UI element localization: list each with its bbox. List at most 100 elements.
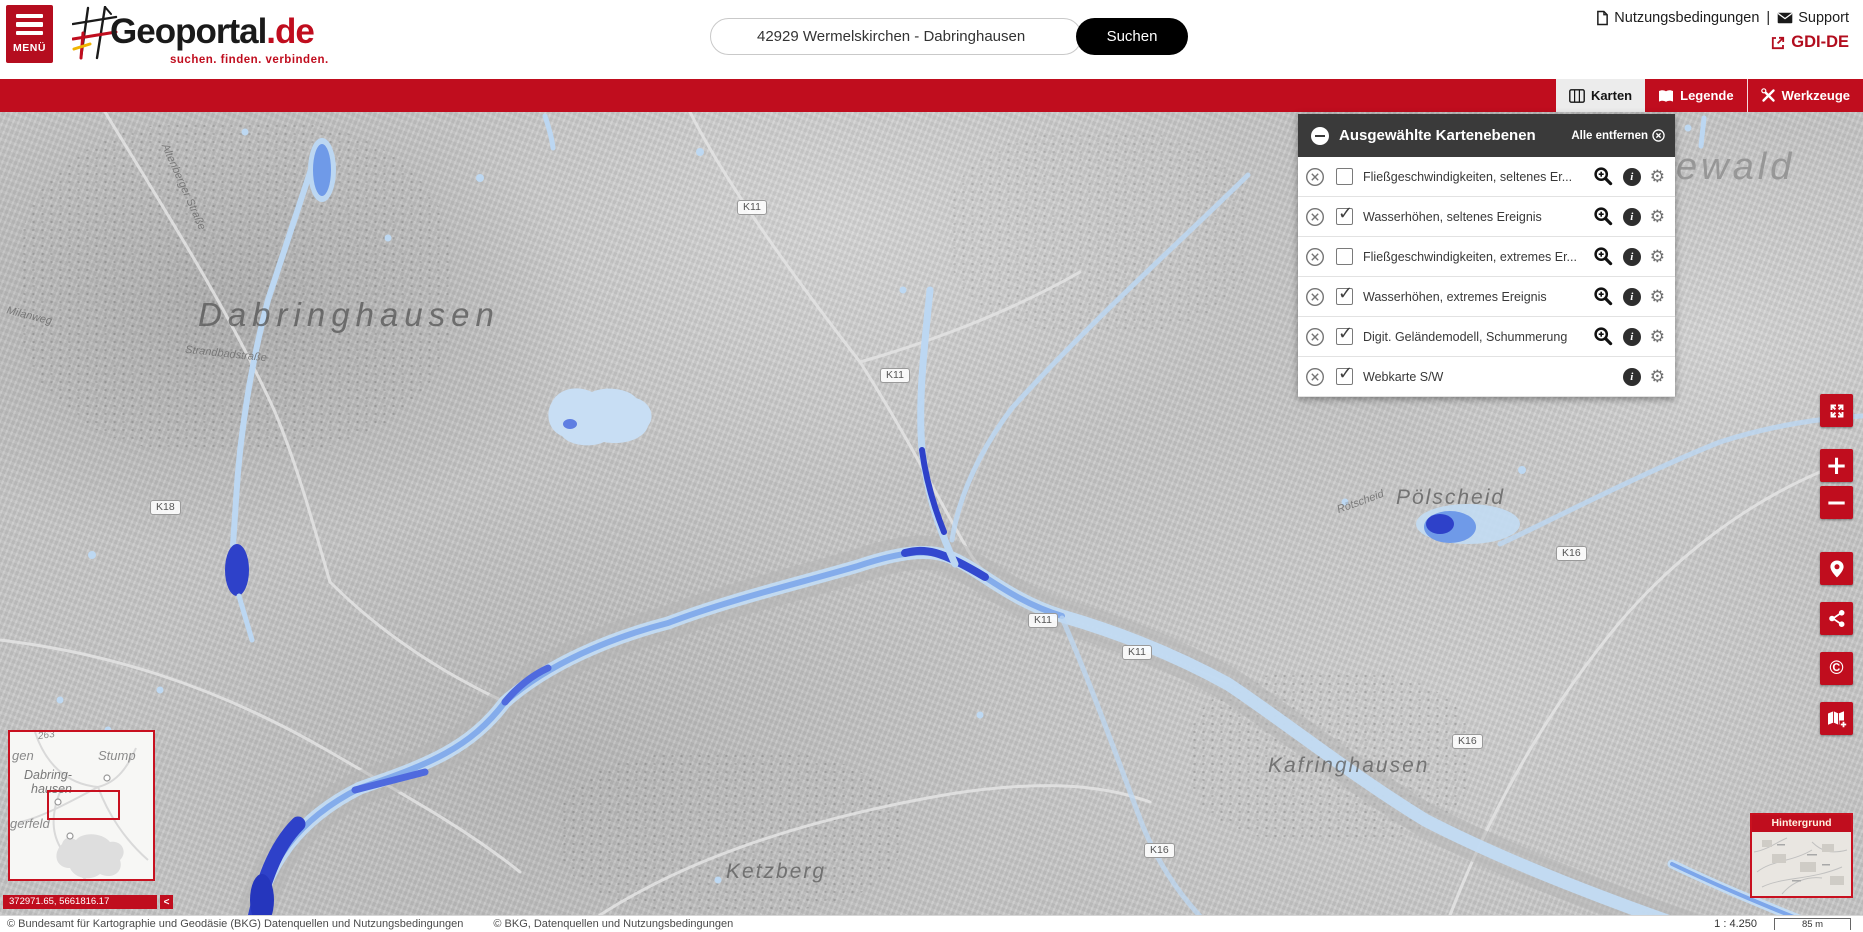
- brand-text: Geoportal.de: [110, 12, 314, 52]
- layer-checkbox[interactable]: ✓: [1336, 288, 1353, 305]
- share-icon: [1827, 608, 1847, 629]
- tab-label: Karten: [1591, 88, 1632, 103]
- background-selector[interactable]: Hintergrund: [1750, 813, 1853, 898]
- remove-layer-icon[interactable]: [1305, 367, 1325, 387]
- tab-werkzeuge[interactable]: Werkzeuge: [1747, 79, 1863, 112]
- layer-row: ✓ Wasserhöhen, seltenes Ereignis i ⚙: [1298, 197, 1675, 237]
- collapse-panel-icon[interactable]: [1311, 127, 1329, 145]
- layer-checkbox[interactable]: [1336, 168, 1353, 185]
- geoportal-logo[interactable]: Geoportal.de suchen. finden. verbinden.: [72, 4, 372, 74]
- layer-checkbox[interactable]: ✓: [1336, 208, 1353, 225]
- brand-tagline: suchen. finden. verbinden.: [170, 54, 329, 66]
- remove-layer-icon[interactable]: [1305, 207, 1325, 227]
- zoom-to-layer-icon[interactable]: [1593, 206, 1614, 227]
- gdi-de-link[interactable]: GDI-DE: [1791, 33, 1849, 52]
- layer-row: ✓ Wasserhöhen, extremes Ereignis i ⚙: [1298, 277, 1675, 317]
- tools-icon: [1761, 88, 1776, 103]
- fullscreen-button[interactable]: [1820, 394, 1853, 427]
- layer-settings-icon[interactable]: ⚙: [1650, 288, 1665, 306]
- layer-checkbox[interactable]: ✓: [1336, 368, 1353, 385]
- menu-button[interactable]: MENÜ: [6, 5, 53, 63]
- map-layers-icon: [1569, 89, 1585, 103]
- layer-info-icon[interactable]: i: [1623, 328, 1641, 346]
- remove-all-label: Alle entfernen: [1571, 130, 1648, 142]
- overview-label: Stump: [98, 748, 136, 763]
- layer-settings-icon[interactable]: ⚙: [1650, 208, 1665, 226]
- zoom-in-button[interactable]: +: [1820, 449, 1853, 482]
- layer-row: Fließgeschwindigkeiten, seltenes Er... i…: [1298, 157, 1675, 197]
- search-bar: Suchen: [710, 18, 1190, 55]
- copyright-link-full[interactable]: © Bundesamt für Kartographie und Geodäsi…: [7, 918, 463, 930]
- map-label-kafringhausen: Kafringhausen: [1268, 754, 1429, 778]
- collapse-overview-button[interactable]: <: [160, 895, 173, 909]
- layer-info-icon[interactable]: i: [1623, 288, 1641, 306]
- remove-layer-icon[interactable]: [1305, 247, 1325, 267]
- app-header: MENÜ Geoportal.de suchen. finden. verbin…: [0, 0, 1863, 79]
- terms-link[interactable]: Nutzungsbedingungen: [1614, 10, 1759, 26]
- tab-label: Werkzeuge: [1782, 88, 1850, 103]
- layer-settings-icon[interactable]: ⚙: [1650, 168, 1665, 186]
- zoom-to-layer-icon[interactable]: [1593, 326, 1614, 347]
- remove-layer-icon[interactable]: [1305, 287, 1325, 307]
- layer-info-icon[interactable]: i: [1623, 368, 1641, 386]
- overview-label: gerfeld: [10, 816, 50, 831]
- map-label-dabringhausen: Dabringhausen: [198, 296, 500, 334]
- map-label-poelscheid: Pölscheid: [1396, 486, 1505, 510]
- menu-label: MENÜ: [13, 42, 46, 54]
- mail-icon: [1777, 12, 1793, 24]
- hamburger-icon: [16, 14, 43, 19]
- checkmark: ✓: [1338, 283, 1353, 304]
- link-separator: |: [1766, 10, 1770, 26]
- attribution-footer: © Bundesamt für Kartographie und Geodäsi…: [0, 915, 1863, 932]
- overview-label: Dabring-: [24, 768, 72, 782]
- coordinates-readout: 372971.65, 5661816.17: [3, 895, 157, 909]
- road-shield-k16: K16: [1556, 546, 1587, 561]
- zoom-to-layer-icon[interactable]: [1593, 166, 1614, 187]
- layer-settings-icon[interactable]: ⚙: [1650, 368, 1665, 386]
- support-link[interactable]: Support: [1798, 10, 1849, 26]
- remove-layer-icon[interactable]: [1305, 167, 1325, 187]
- brand-tld: .de: [266, 12, 314, 51]
- copyright-button[interactable]: ©: [1820, 652, 1853, 685]
- tab-karten[interactable]: Karten: [1556, 79, 1645, 112]
- tab-label: Legende: [1680, 88, 1733, 103]
- overview-map[interactable]: 263 gen Stump Dabring- hausen gerfeld: [8, 730, 155, 881]
- geoportal-app: Dabringhausen ewald Pölscheid Kafringhau…: [0, 0, 1863, 932]
- search-button[interactable]: Suchen: [1076, 18, 1188, 55]
- layer-label: Fließgeschwindigkeiten, seltenes Er...: [1363, 170, 1593, 184]
- brand-name: Geoportal: [110, 12, 266, 51]
- search-input[interactable]: [710, 18, 1082, 55]
- layers-panel-header[interactable]: Ausgewählte Kartenebenen Alle entfernen: [1298, 114, 1675, 157]
- header-links: Nutzungsbedingungen | Support GDI-DE: [1596, 10, 1849, 52]
- scale-bar: 85 m: [1774, 918, 1851, 930]
- layer-info-icon[interactable]: i: [1623, 168, 1641, 186]
- map-label-ewald: ewald: [1676, 146, 1795, 189]
- layers-panel: Ausgewählte Kartenebenen Alle entfernen …: [1298, 114, 1675, 397]
- layer-settings-icon[interactable]: ⚙: [1650, 328, 1665, 346]
- remove-all-layers-button[interactable]: Alle entfernen: [1571, 114, 1665, 157]
- layer-row: ✓ Webkarte S/W i ⚙: [1298, 357, 1675, 397]
- zoom-to-layer-icon[interactable]: [1593, 286, 1614, 307]
- scale-ratio: 1 : 4.250: [1714, 918, 1757, 930]
- layer-checkbox[interactable]: [1336, 248, 1353, 265]
- add-map-button[interactable]: [1820, 702, 1853, 735]
- share-button[interactable]: [1820, 602, 1853, 635]
- zoom-to-layer-icon[interactable]: [1593, 246, 1614, 267]
- overview-label: gen: [12, 748, 34, 763]
- layer-info-icon[interactable]: i: [1623, 208, 1641, 226]
- zoom-icon-placeholder: [1593, 366, 1614, 387]
- copyright-link-short[interactable]: © BKG, Datenquellen und Nutzungsbedingun…: [493, 918, 733, 930]
- layer-info-icon[interactable]: i: [1623, 248, 1641, 266]
- map-toolbar: Karten Legende Werkzeuge: [0, 79, 1863, 112]
- layer-settings-icon[interactable]: ⚙: [1650, 248, 1665, 266]
- tab-legende[interactable]: Legende: [1645, 79, 1746, 112]
- layer-checkbox[interactable]: ✓: [1336, 328, 1353, 345]
- fullscreen-icon: [1827, 401, 1847, 421]
- layer-label: Fließgeschwindigkeiten, extremes Er...: [1363, 250, 1593, 264]
- document-icon: [1596, 10, 1609, 26]
- overview-extent-rectangle[interactable]: [47, 790, 120, 820]
- zoom-out-button[interactable]: −: [1820, 486, 1853, 519]
- road-shield-k11: K11: [880, 368, 910, 383]
- locate-button[interactable]: [1820, 552, 1853, 585]
- remove-layer-icon[interactable]: [1305, 327, 1325, 347]
